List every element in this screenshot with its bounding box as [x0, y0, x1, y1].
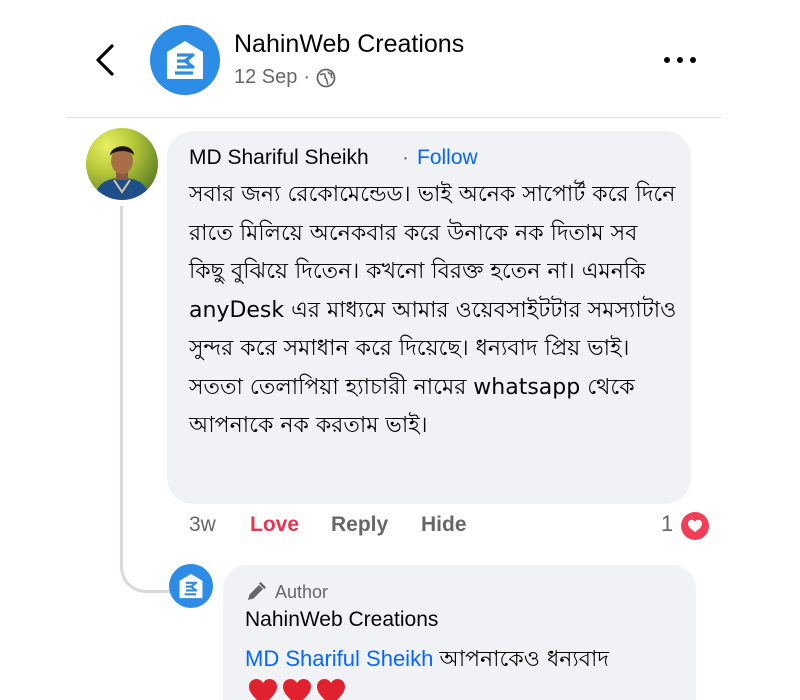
comment-text: সবার জন্য রেকোমেন্ডেড। ভাই অনেক সাপোর্ট … — [189, 182, 677, 438]
reply-mention[interactable]: MD Shariful Sheikh — [245, 646, 433, 671]
avatar-photo — [94, 146, 150, 200]
reply-author[interactable]: NahinWeb Creations — [245, 608, 438, 632]
comment-time[interactable]: 3w — [189, 513, 216, 537]
nahinweb-logo-icon — [167, 41, 203, 79]
nahinweb-logo-icon — [179, 573, 203, 599]
reply-emoji — [248, 678, 346, 700]
love-button[interactable]: Love — [250, 513, 299, 537]
comment-thread-screen: NahinWeb Creations 12 Sep · MD Shariful … — [0, 0, 800, 700]
author-badge-label: Author — [275, 581, 329, 602]
heart-icon — [688, 519, 702, 532]
commenter-avatar[interactable] — [86, 128, 158, 200]
pencil-icon — [248, 582, 266, 600]
heart-emoji-icon — [283, 679, 311, 700]
chevron-left-icon — [96, 44, 114, 76]
ellipsis-icon — [664, 57, 696, 63]
reply-author-avatar[interactable] — [169, 564, 213, 608]
author-badge: Author — [245, 581, 328, 603]
comment-author[interactable]: MD Shariful Sheikh — [189, 146, 369, 170]
reply-message: আপনাকেও ধন্যবাদ — [439, 647, 609, 672]
reply-text: MD Shariful Sheikh আপনাকেও ধন্যবাদ — [245, 642, 609, 679]
back-button[interactable] — [88, 40, 124, 80]
post-date: 12 Sep — [234, 66, 298, 88]
post-meta: 12 Sep · — [234, 66, 336, 89]
heart-emoji-icon — [249, 679, 277, 700]
hide-button[interactable]: Hide — [421, 513, 467, 537]
reaction-count[interactable]: 1 — [661, 511, 673, 537]
header-divider — [66, 117, 722, 118]
meta-separator: · — [303, 66, 311, 88]
more-options-button[interactable] — [660, 48, 700, 72]
page-avatar[interactable] — [150, 25, 220, 95]
reply-button[interactable]: Reply — [331, 513, 388, 537]
heart-reaction-icon[interactable] — [681, 512, 709, 540]
heart-emoji-icon — [317, 679, 345, 700]
page-name[interactable]: NahinWeb Creations — [234, 30, 464, 59]
globe-icon — [316, 68, 336, 87]
author-separator: · — [402, 146, 409, 169]
follow-button[interactable]: Follow — [417, 146, 478, 170]
